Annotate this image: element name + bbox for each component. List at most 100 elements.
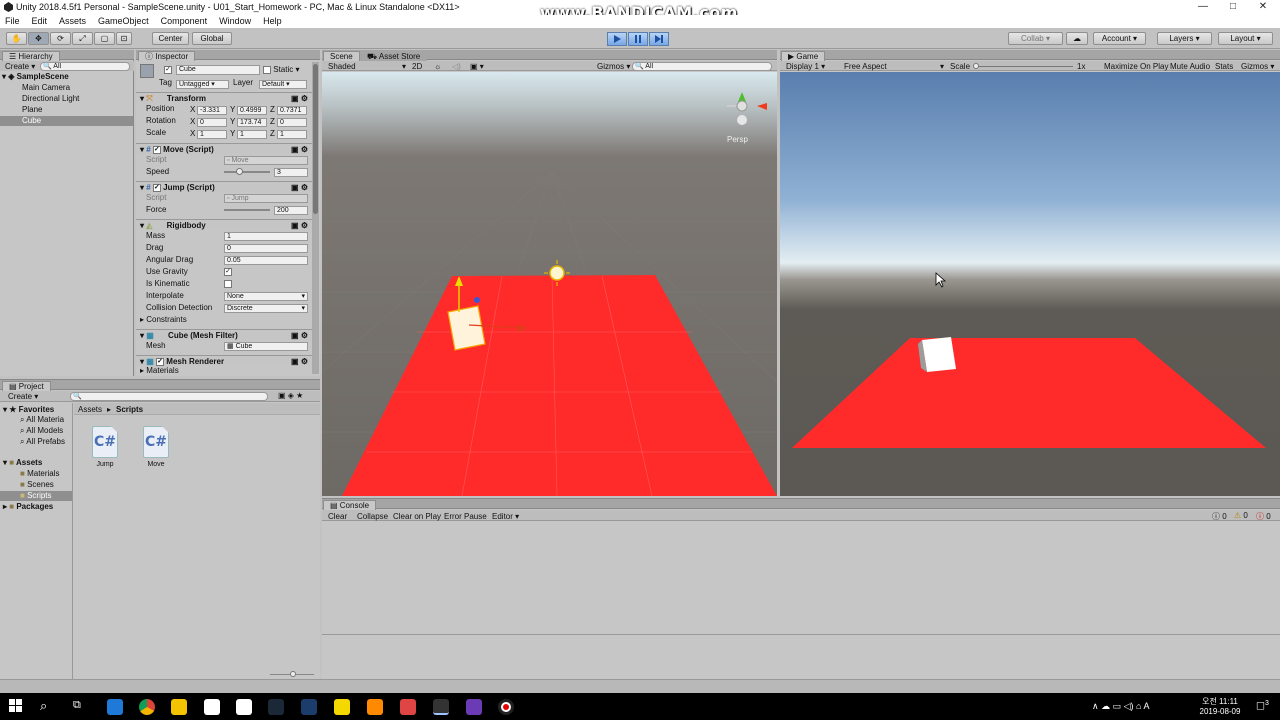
tab-scene[interactable]: Scene — [323, 51, 360, 61]
menu-edit[interactable]: Edit — [32, 15, 48, 28]
object-name-field[interactable]: Cube — [176, 65, 260, 75]
component-menu-icon[interactable]: ▣ ⚙ — [291, 330, 308, 341]
icon-size-slider[interactable] — [270, 671, 314, 677]
effects-toggle-icon[interactable]: ▣ ▾ — [470, 62, 484, 71]
tab-game[interactable]: ▶ Game — [781, 51, 826, 61]
hand-tool-icon[interactable]: ✋ — [6, 32, 27, 45]
component-menu-icon[interactable]: ▣ ⚙ — [291, 220, 308, 231]
global-local-button[interactable]: Global — [192, 32, 232, 45]
shading-mode-dropdown[interactable]: Shaded — [328, 62, 356, 71]
materials-foldout[interactable]: ▸ Materials — [140, 366, 179, 376]
tab-project[interactable]: ▤ Project — [2, 381, 51, 391]
layers-dropdown[interactable]: Layers ▾ — [1157, 32, 1212, 45]
console-editor-dropdown[interactable]: Editor ▾ — [492, 512, 519, 521]
packages-folder[interactable]: ▸ ■ Packages — [3, 502, 53, 512]
app-icon-red[interactable] — [400, 699, 416, 715]
lighting-toggle-icon[interactable]: ☼ — [434, 62, 441, 71]
breadcrumb-scripts[interactable]: Scripts — [116, 405, 143, 414]
transform-header[interactable]: ▾ ⤧ Transform ▣ ⚙ — [136, 92, 312, 103]
component-menu-icon[interactable]: ▣ ⚙ — [291, 93, 308, 104]
app-icon-orange[interactable] — [367, 699, 383, 715]
scene-root[interactable]: ▾ ◈ SampleScene — [2, 72, 69, 82]
project-create-button[interactable]: Create ▾ — [8, 392, 38, 401]
display-dropdown[interactable]: Display 1 ▾ — [786, 62, 825, 71]
collab-button[interactable]: Collab ▾ — [1008, 32, 1063, 45]
folder-materials[interactable]: ■ Materials — [20, 469, 60, 479]
mass-field[interactable]: 1 — [224, 232, 308, 241]
rotation-z[interactable]: 0 — [277, 118, 307, 127]
scale-tool-icon[interactable]: ⤢ — [72, 32, 93, 45]
layer-dropdown[interactable]: Default ▾ — [259, 80, 307, 89]
pause-button[interactable] — [628, 32, 648, 46]
menu-window[interactable]: Window — [219, 15, 251, 28]
file-move[interactable]: C# Move — [143, 426, 169, 468]
folder-scenes[interactable]: ■ Scenes — [20, 480, 54, 490]
tab-console[interactable]: ▤ Console — [323, 500, 377, 510]
file-jump[interactable]: C# Jump — [92, 426, 118, 468]
favorite-all-models[interactable]: ⌕ All Models — [20, 426, 63, 436]
minimize-icon[interactable]: — — [1188, 0, 1218, 15]
menu-help[interactable]: Help — [263, 15, 282, 28]
use-gravity-checkbox[interactable]: ✓ — [224, 267, 232, 276]
windows-start-icon[interactable] — [9, 699, 23, 713]
task-view-icon[interactable]: ⧉ — [73, 699, 81, 712]
rotate-tool-icon[interactable]: ⟳ — [50, 32, 71, 45]
breadcrumb-assets[interactable]: Assets — [78, 405, 102, 414]
account-dropdown[interactable]: Account ▾ — [1093, 32, 1146, 45]
is-kinematic-checkbox[interactable] — [224, 279, 232, 288]
move-script-header[interactable]: ▾ # ✓ Move (Script) ▣ ⚙ — [136, 143, 312, 154]
menu-assets[interactable]: Assets — [59, 15, 86, 28]
error-count-toggle[interactable]: ⓘ 0 — [1256, 511, 1271, 522]
mail-icon[interactable] — [236, 699, 252, 715]
project-search-input[interactable]: 🔍 — [70, 392, 268, 401]
store-icon[interactable] — [204, 699, 220, 715]
shading-dropdown-arrow[interactable]: ▾ — [402, 62, 406, 71]
rotation-x[interactable]: 0 — [197, 118, 227, 127]
console-divider[interactable] — [322, 634, 1280, 635]
transform-tool-icon[interactable]: ⊡ — [116, 32, 132, 45]
scene-viewport[interactable]: Persp — [322, 72, 777, 496]
maximize-icon[interactable]: □ — [1218, 0, 1248, 15]
2d-toggle[interactable]: 2D — [412, 62, 422, 71]
notification-icon[interactable]: ☐3 — [1256, 700, 1269, 712]
hierarchy-create-button[interactable]: Create ▾ — [5, 62, 35, 71]
component-menu-icon[interactable]: ▣ ⚙ — [291, 356, 308, 367]
collision-detection-dropdown[interactable]: Discrete ▾ — [224, 304, 308, 313]
kakaotalk-icon[interactable] — [334, 699, 350, 715]
stats-toggle[interactable]: Stats — [1215, 62, 1233, 71]
play-button[interactable] — [607, 32, 627, 46]
console-clear-on-play-button[interactable]: Clear on Play — [393, 512, 441, 521]
game-viewport[interactable] — [780, 72, 1280, 496]
scale-y[interactable]: 1 — [237, 130, 267, 139]
unity-taskbar-icon[interactable] — [433, 699, 449, 715]
hierarchy-item-main-camera[interactable]: Main Camera — [22, 83, 70, 93]
active-checkbox[interactable]: ✓ — [164, 65, 172, 74]
console-collapse-button[interactable]: Collapse — [357, 512, 388, 521]
position-z[interactable]: 0.7371 — [277, 106, 307, 115]
rigidbody-header[interactable]: ▾ ◭ Rigidbody ▣ ⚙ — [136, 219, 312, 230]
mesh-filter-header[interactable]: ▾ ▦ Cube (Mesh Filter) ▣ ⚙ — [136, 329, 312, 340]
menu-file[interactable]: File — [5, 15, 20, 28]
bandicam-record-icon[interactable] — [498, 699, 514, 715]
assets-folder[interactable]: ▾ ■ Assets — [3, 458, 42, 468]
scene-gizmos-dropdown[interactable]: Gizmos ▾ — [597, 62, 630, 71]
angular-drag-field[interactable]: 0.05 — [224, 256, 308, 265]
chrome-browser-icon[interactable] — [139, 699, 155, 715]
force-slider[interactable] — [224, 209, 270, 211]
interpolate-dropdown[interactable]: None ▾ — [224, 292, 308, 301]
console-log-area[interactable] — [322, 522, 1280, 634]
audio-toggle-icon[interactable]: ◁) — [452, 62, 461, 71]
aspect-dropdown[interactable]: Free Aspect ▾ — [844, 62, 944, 71]
component-menu-icon[interactable]: ▣ ⚙ — [291, 144, 308, 155]
cloud-icon[interactable]: ☁ — [1066, 32, 1088, 45]
file-explorer-icon[interactable] — [171, 699, 187, 715]
scale-slider[interactable] — [973, 63, 1073, 69]
constraints-foldout[interactable]: ▸ Constraints — [140, 315, 187, 325]
inspector-scrollbar[interactable] — [312, 62, 319, 374]
favorites-folder[interactable]: ▾ ★ Favorites — [3, 405, 54, 415]
pivot-center-button[interactable]: Center — [152, 32, 189, 45]
hierarchy-item-cube[interactable]: Cube — [0, 116, 133, 126]
static-checkbox[interactable]: Static ▾ — [263, 65, 300, 74]
favorite-all-prefabs[interactable]: ⌕ All Prefabs — [20, 437, 65, 447]
favorite-all-materials[interactable]: ⌕ All Materia — [20, 415, 64, 425]
